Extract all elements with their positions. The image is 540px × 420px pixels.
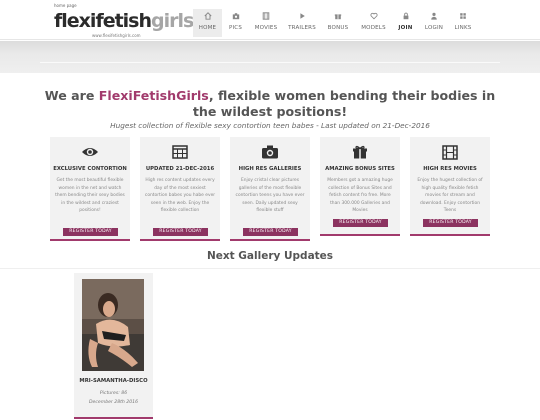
gift-icon: [334, 14, 342, 20]
nav-label: TRAILERS: [288, 25, 316, 31]
feature-desc: Members got a amazing huge collection of…: [327, 178, 393, 214]
gallery-thumbnail[interactable]: [82, 279, 144, 371]
eye-icon: [82, 148, 98, 156]
brand-name: FlexiFetishGirls: [98, 88, 209, 103]
feature-title: AMAZING BONUS SITES: [325, 166, 395, 172]
nav-label: HOME: [198, 25, 217, 31]
feature-title: HIGH RES MOVIES: [423, 166, 477, 172]
nav-pics[interactable]: PICS: [222, 9, 249, 37]
grid-icon: [460, 13, 466, 19]
gift-icon: [353, 145, 367, 159]
site-header: home page flexifetishgirls www.flexifeti…: [0, 0, 540, 40]
feature-card-exclusive: EXCLUSIVE CONTORTION Get the most beauti…: [50, 137, 130, 241]
feature-title: UPDATED 21-DEC-2016: [145, 166, 215, 172]
feature-desc: Get the most beautiful flexible women in…: [55, 178, 125, 214]
nav-label: LINKS: [454, 25, 472, 31]
section-divider: [0, 268, 540, 269]
user-icon: [431, 12, 437, 20]
film-icon: [262, 12, 270, 20]
calendar-icon: [172, 145, 188, 159]
camera-icon: [262, 145, 278, 159]
nav-label: MOVIES: [254, 25, 278, 31]
feature-title: HIGH RES GALLERIES: [238, 166, 302, 172]
page-headline: We are FlexiFetishGirls, flexible women …: [44, 88, 496, 119]
gallery-picture-count: Pictures: 86: [99, 391, 128, 396]
logo-wordmark: flexifetishgirls: [54, 10, 194, 32]
hero-divider: [40, 62, 500, 63]
main-nav: HOME PICS MOVIES TRAILERS BONUS MODELS J…: [193, 9, 477, 37]
next-gallery-heading: Next Gallery Updates: [206, 250, 334, 262]
film-icon: [442, 145, 458, 160]
nav-movies[interactable]: MOVIES: [249, 9, 283, 37]
feature-desc: High res content updates every day of th…: [144, 178, 216, 214]
nav-label: PICS: [228, 25, 243, 31]
nav-trailers[interactable]: TRAILERS: [283, 9, 321, 37]
gallery-title[interactable]: MRI-SAMANTHA-DISCO: [74, 378, 153, 384]
play-icon: [300, 13, 305, 19]
register-button[interactable]: REGISTER TODAY: [63, 228, 118, 236]
nav-label: LOGIN: [424, 25, 444, 31]
nav-links[interactable]: LINKS: [449, 9, 477, 37]
gallery-date: December 28th 2016: [89, 400, 138, 405]
feature-card-bonus: AMAZING BONUS SITES Members got a amazin…: [320, 137, 400, 236]
register-button[interactable]: REGISTER TODAY: [243, 228, 298, 236]
feature-title: EXCLUSIVE CONTORTION: [53, 166, 127, 172]
gallery-card[interactable]: MRI-SAMANTHA-DISCO Pictures: 86 December…: [74, 273, 153, 419]
logo-tagline: home page: [54, 3, 77, 8]
page-subtitle: Hugest collection of flexible sexy conto…: [110, 121, 430, 130]
feature-cards: EXCLUSIVE CONTORTION Get the most beauti…: [50, 137, 490, 241]
feature-card-updated: UPDATED 21-DEC-2016 High res content upd…: [140, 137, 220, 241]
site-logo[interactable]: home page flexifetishgirls www.flexifeti…: [54, 3, 194, 38]
feature-card-galleries: HIGH RES GALLERIES Enjoy cristal clear p…: [230, 137, 310, 241]
feature-desc: Enjoy the hugest collection of high qual…: [417, 178, 483, 214]
register-button[interactable]: REGISTER TODAY: [153, 228, 208, 236]
register-button[interactable]: REGISTER TODAY: [423, 219, 478, 227]
heart-icon: [369, 12, 378, 20]
register-button[interactable]: REGISTER TODAY: [333, 219, 388, 227]
nav-login[interactable]: LOGIN: [419, 9, 449, 37]
feature-desc: Enjoy cristal clear pictures galleries o…: [235, 178, 305, 214]
camera-icon: [232, 13, 239, 20]
nav-models[interactable]: MODELS: [355, 9, 392, 37]
logo-url: www.flexifetishgirls.com: [92, 33, 141, 38]
nav-join[interactable]: JOIN: [392, 9, 419, 37]
lock-icon: [403, 12, 408, 20]
nav-label: BONUS: [327, 25, 349, 31]
nav-bonus[interactable]: BONUS: [321, 9, 355, 37]
nav-label: MODELS: [361, 25, 386, 31]
home-icon: [203, 12, 212, 20]
feature-card-movies: HIGH RES MOVIES Enjoy the hugest collect…: [410, 137, 490, 236]
nav-label: JOIN: [398, 25, 413, 31]
hero-banner: [0, 41, 540, 73]
nav-home[interactable]: HOME: [193, 9, 222, 37]
